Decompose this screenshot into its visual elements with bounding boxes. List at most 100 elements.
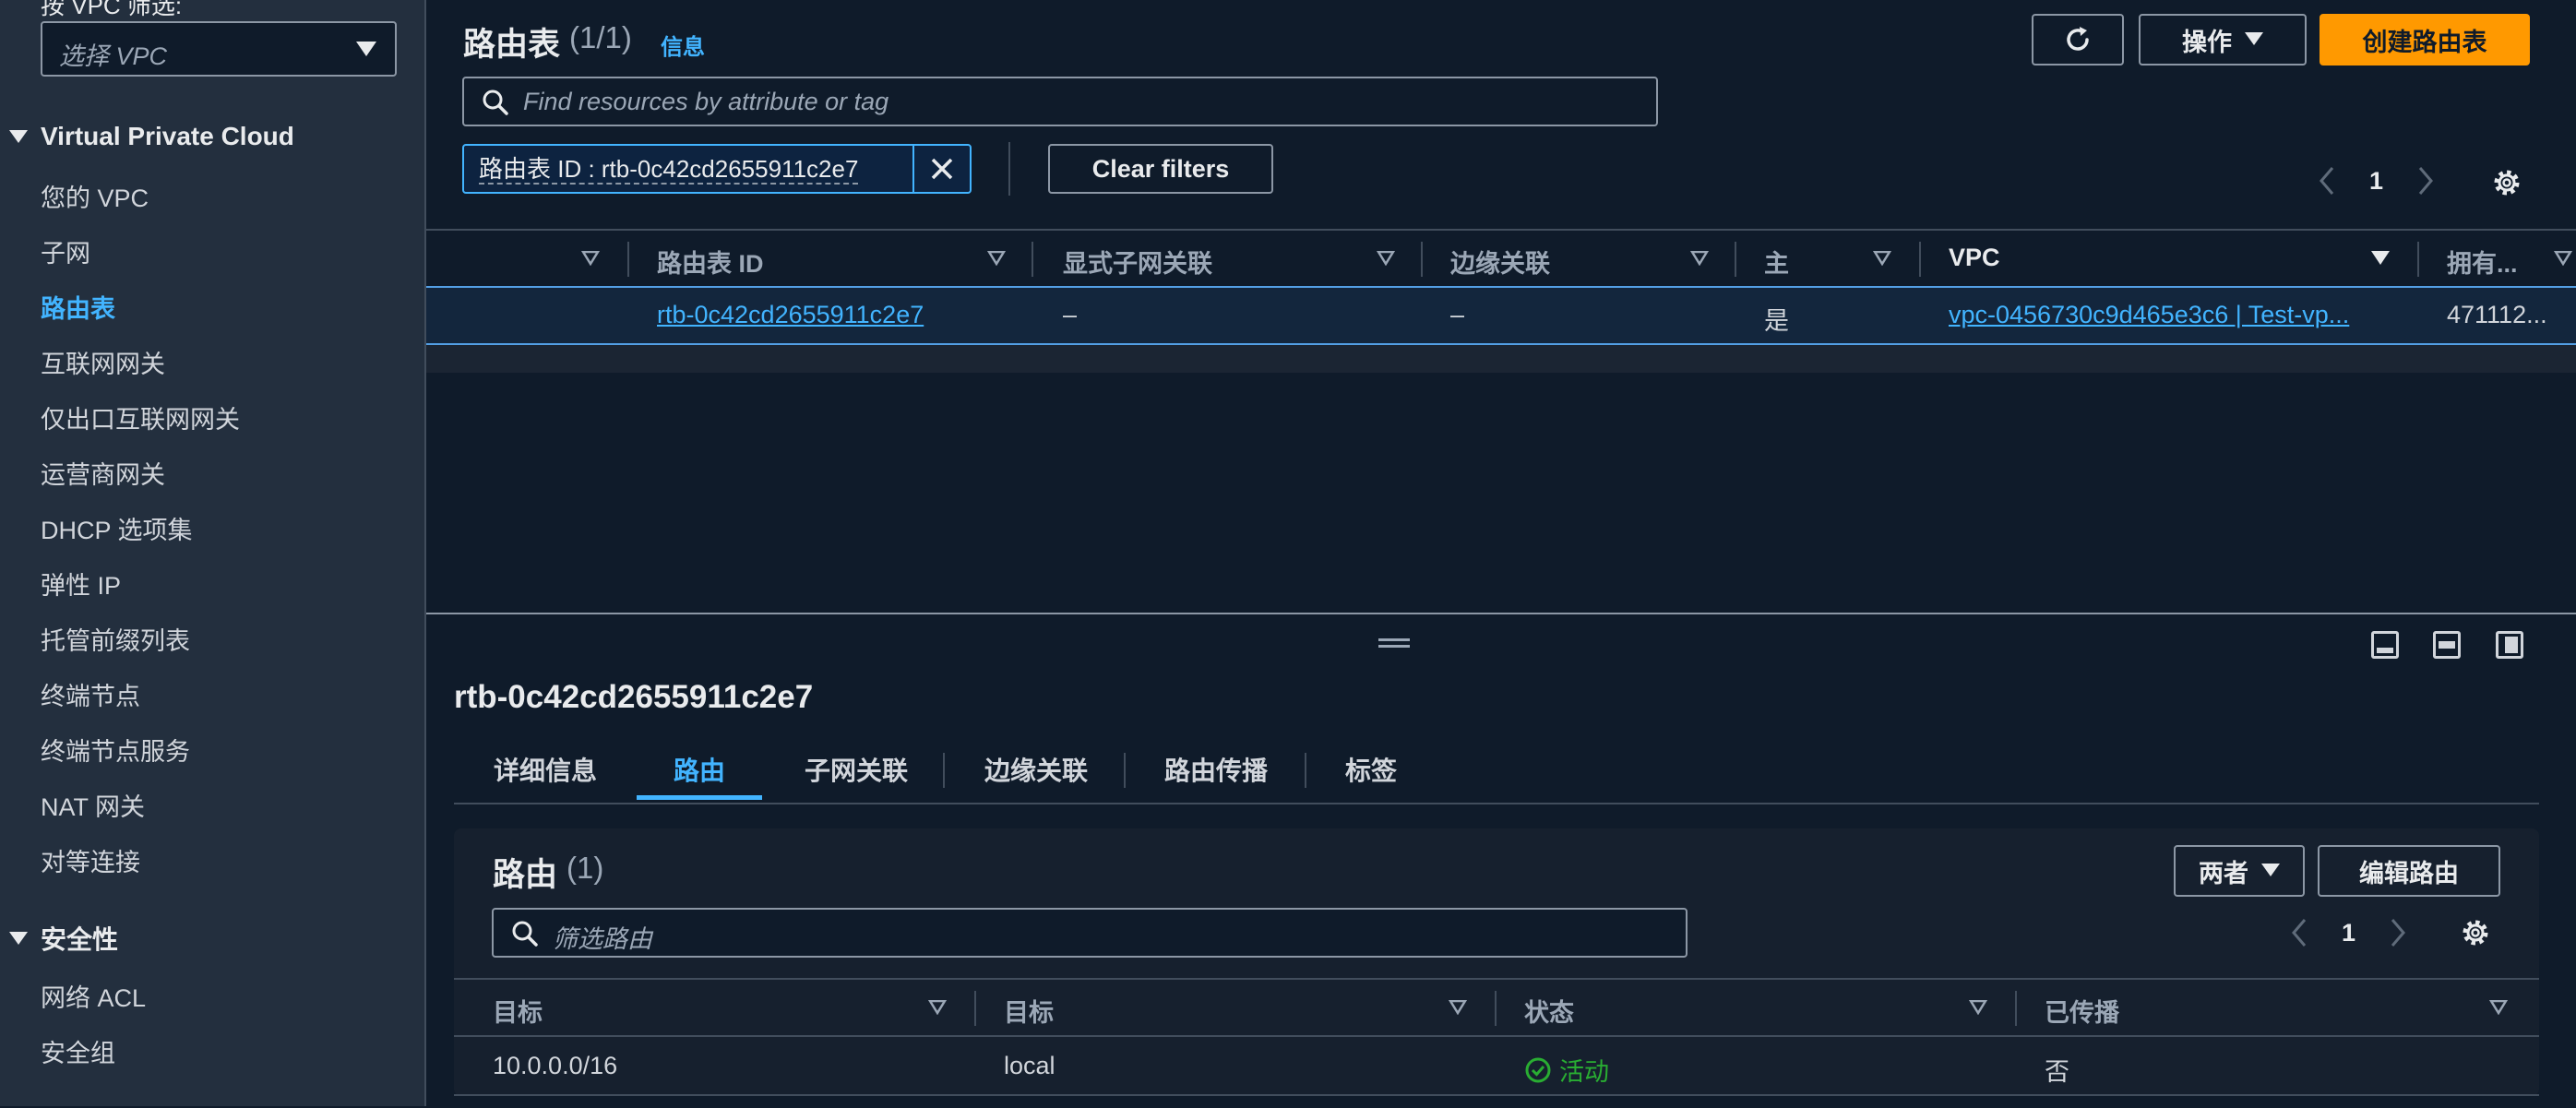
col-owner[interactable]: 拥有... xyxy=(2447,244,2518,280)
chevron-left-icon[interactable] xyxy=(2290,918,2308,947)
vpc-filter-select[interactable]: 选择 VPC xyxy=(41,21,397,77)
nav-section-security-label: 安全性 xyxy=(41,925,119,954)
tab-edge-associations[interactable]: 边缘关联 xyxy=(984,751,1088,788)
sort-icon[interactable] xyxy=(1690,251,1709,266)
sidebar-item-subnets[interactable]: 子网 xyxy=(41,233,90,269)
col-vpc[interactable]: VPC xyxy=(1949,244,2000,272)
col-status[interactable]: 状态 xyxy=(1524,993,1574,1029)
actions-button[interactable]: 操作 xyxy=(2139,14,2307,66)
panel-middle-icon[interactable] xyxy=(2433,631,2461,659)
collapse-triangle-icon xyxy=(9,130,28,143)
tab-details[interactable]: 详细信息 xyxy=(494,751,597,788)
sort-icon[interactable] xyxy=(987,251,1006,266)
sort-icon[interactable] xyxy=(2489,1000,2508,1015)
route-destination: 10.0.0.0/16 xyxy=(493,1052,618,1079)
col-destination[interactable]: 目标 xyxy=(493,993,543,1029)
gear-icon[interactable] xyxy=(2491,167,2522,198)
collapse-triangle-icon xyxy=(9,932,28,945)
caret-down-icon xyxy=(2245,32,2263,45)
sidebar-item-dhcp-options[interactable]: DHCP 选项集 xyxy=(41,510,193,546)
column-divider xyxy=(2417,242,2419,277)
col-edge-associations[interactable]: 边缘关联 xyxy=(1450,244,1550,280)
tab-tags[interactable]: 标签 xyxy=(1345,751,1397,788)
page-title: 路由表 xyxy=(463,27,561,63)
nav-section-vpc[interactable]: Virtual Private Cloud xyxy=(9,122,294,151)
sidebar-item-carrier-gateways[interactable]: 运营商网关 xyxy=(41,455,165,491)
col-propagated[interactable]: 已传播 xyxy=(2045,993,2119,1029)
column-divider xyxy=(627,242,629,277)
routes-page-number[interactable]: 1 xyxy=(2342,919,2355,947)
sort-icon[interactable] xyxy=(2554,251,2572,266)
table-row[interactable]: rtb-0c42cd2655911c2e7 – – 是 vpc-0456730c… xyxy=(426,286,2576,345)
sidebar-item-security-groups[interactable]: 安全组 xyxy=(41,1033,115,1069)
chevron-left-icon[interactable] xyxy=(2318,166,2336,196)
route-search-placeholder: 筛选路由 xyxy=(553,925,652,953)
route-filter-value: 两者 xyxy=(2199,859,2248,888)
main-value: 是 xyxy=(1764,307,1789,335)
sidebar-item-endpoints[interactable]: 终端节点 xyxy=(41,676,140,712)
sidebar-item-internet-gateways[interactable]: 互联网网关 xyxy=(41,344,165,380)
table-scrollbar-track[interactable] xyxy=(426,345,2576,373)
gear-icon[interactable] xyxy=(2460,917,2491,948)
sidebar-item-network-acls[interactable]: 网络 ACL xyxy=(41,978,146,1014)
col-target[interactable]: 目标 xyxy=(1004,993,1054,1029)
create-route-table-button[interactable]: 创建路由表 xyxy=(2320,14,2530,66)
sort-icon[interactable] xyxy=(1873,251,1891,266)
chevron-right-icon[interactable] xyxy=(2416,166,2435,196)
route-table-id-link[interactable]: rtb-0c42cd2655911c2e7 xyxy=(657,301,924,329)
panel-side-icon[interactable] xyxy=(2496,631,2523,659)
route-search-input[interactable]: 筛选路由 xyxy=(492,908,1688,958)
col-main[interactable]: 主 xyxy=(1764,244,1789,280)
route-target: local xyxy=(1004,1052,1055,1079)
clear-filters-button[interactable]: Clear filters xyxy=(1048,144,1273,194)
chevron-right-icon[interactable] xyxy=(2389,918,2407,947)
tab-routes[interactable]: 路由 xyxy=(674,751,725,788)
info-link[interactable]: 信息 xyxy=(661,29,705,61)
sidebar-item-prefix-lists[interactable]: 托管前缀列表 xyxy=(41,621,190,657)
page-number[interactable]: 1 xyxy=(2369,167,2383,196)
sort-icon[interactable] xyxy=(928,1000,947,1015)
sidebar-item-elastic-ips[interactable]: 弹性 IP xyxy=(41,566,121,602)
nav-section-security[interactable]: 安全性 xyxy=(9,920,118,957)
detail-title: rtb-0c42cd2655911c2e7 xyxy=(454,679,814,715)
remove-filter-button[interactable] xyxy=(912,146,970,192)
column-divider xyxy=(1421,242,1423,277)
sidebar-item-route-tables[interactable]: 路由表 xyxy=(41,289,115,325)
sidebar-item-peering[interactable]: 对等连接 xyxy=(41,842,140,878)
col-explicit-subnet[interactable]: 显式子网关联 xyxy=(1063,244,1212,280)
panel-bottom-icon[interactable] xyxy=(2371,631,2399,659)
column-divider xyxy=(974,991,976,1026)
search-placeholder: Find resources by attribute or tag xyxy=(523,88,889,115)
active-tab-indicator xyxy=(637,795,762,800)
tab-divider xyxy=(1305,753,1306,788)
refresh-button[interactable] xyxy=(2032,14,2124,66)
routes-title: 路由 xyxy=(493,857,558,893)
route-filter-select[interactable]: 两者 xyxy=(2174,845,2305,897)
filter-token[interactable]: 路由表 ID : rtb-0c42cd2655911c2e7 xyxy=(462,144,972,194)
explicit-subnet-value: – xyxy=(1063,301,1078,328)
divider xyxy=(1008,142,1010,196)
sort-icon[interactable] xyxy=(1969,1000,1987,1015)
column-divider xyxy=(1032,242,1033,277)
search-icon xyxy=(512,921,538,947)
sort-icon-active[interactable] xyxy=(2371,251,2390,266)
vpc-link[interactable]: vpc-0456730c9d465e3c6 | Test-vp... xyxy=(1949,301,2349,329)
sidebar: 按 VPC 筛选: 选择 VPC Virtual Private Cloud 您… xyxy=(0,0,426,1106)
detail-tabs: 详细信息 路由 子网关联 边缘关联 路由传播 标签 xyxy=(454,738,2539,804)
sidebar-item-egress-only-igw[interactable]: 仅出口互联网网关 xyxy=(41,399,240,435)
edit-routes-button[interactable]: 编辑路由 xyxy=(2318,845,2500,897)
sidebar-item-nat-gateways[interactable]: NAT 网关 xyxy=(41,787,145,823)
close-icon xyxy=(931,158,953,180)
sort-icon[interactable] xyxy=(1377,251,1395,266)
tab-route-propagation[interactable]: 路由传播 xyxy=(1164,751,1268,788)
sidebar-item-endpoint-services[interactable]: 终端节点服务 xyxy=(41,732,190,768)
tab-subnet-associations[interactable]: 子网关联 xyxy=(805,751,908,788)
sort-icon[interactable] xyxy=(581,251,600,266)
resource-search-input[interactable]: Find resources by attribute or tag xyxy=(462,77,1658,126)
sidebar-item-your-vpcs[interactable]: 您的 VPC xyxy=(41,178,149,214)
vpc-select-placeholder: 选择 VPC xyxy=(59,42,168,70)
resize-handle-icon[interactable] xyxy=(1378,638,1410,648)
sort-icon[interactable] xyxy=(1449,1000,1467,1015)
check-circle-icon xyxy=(1525,1057,1551,1082)
col-route-table-id[interactable]: 路由表 ID xyxy=(657,244,764,280)
